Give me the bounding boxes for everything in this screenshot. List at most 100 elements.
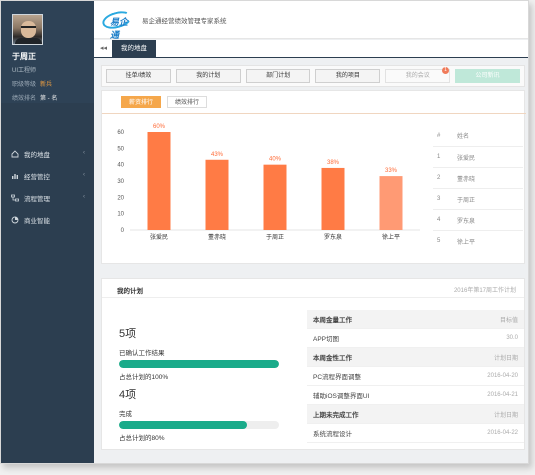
nav-dept-plan[interactable]: 部门计划	[245, 69, 311, 83]
task-meta: 计划日期	[493, 412, 518, 419]
task-item[interactable]: APP切图 30.0	[307, 329, 524, 348]
chevron-left-icon: ‹	[83, 194, 85, 200]
task-meta: 2016-04-21	[487, 392, 518, 398]
sidebar-item-label: 经营管控	[24, 174, 50, 181]
sidebar-menu: 我的地盘 ‹ 经营管控 ‹ 流程管理 ‹ 商业智能	[1, 143, 94, 231]
nav-my-meetings[interactable]: 我的会议	[385, 69, 451, 83]
nav-company-news[interactable]: 公司新讯	[455, 69, 520, 83]
stat-label: 已确认工作结果	[119, 350, 165, 357]
y-tick-label: 30	[117, 179, 124, 185]
task-meta: 目标值	[499, 317, 518, 324]
nav-my-plan[interactable]: 我的计划	[175, 69, 241, 83]
cell-rank: 2	[437, 175, 441, 181]
sidebar-item-label: 商业智能	[24, 218, 50, 225]
task-section-header: 本周金量工作 目标值	[307, 310, 524, 329]
plan-header: 我的计划 2016年第17周工作计划	[102, 279, 524, 298]
ranking-table: # 姓名 1 张爱民 2 董赤晓 3 于周正 4 罗东泉 5 徐上平	[433, 125, 523, 251]
collapse-icon[interactable]: ◂◂	[100, 44, 107, 52]
table-row[interactable]: 3 于周正	[433, 188, 523, 209]
notification-badge: 1	[442, 67, 449, 74]
x-tick-label: 董赤晓	[208, 233, 226, 241]
cell-name: 罗东泉	[457, 218, 476, 225]
stat-count: 5项	[119, 328, 137, 340]
cell-name: 徐上平	[457, 239, 476, 246]
my-plan-panel: 我的计划 2016年第17周工作计划 5项 已确认工作结果 占总计划的100% …	[101, 278, 525, 450]
sidebar-item-bi[interactable]: 商业智能	[1, 209, 94, 231]
cell-name: 于周正	[457, 197, 476, 204]
data-label: 40%	[269, 157, 282, 163]
sidebar-item-process[interactable]: 流程管理 ‹	[1, 187, 94, 209]
progress-fill	[119, 421, 247, 429]
x-tick-label: 张爱民	[150, 233, 168, 241]
column-header: #	[437, 132, 441, 139]
avatar[interactable]	[12, 14, 43, 45]
tab-my-space[interactable]: 我的地盘	[112, 40, 156, 58]
divider	[102, 113, 526, 114]
task-meta: 30.0	[506, 335, 518, 341]
data-label: 38%	[327, 160, 340, 166]
app-window: 于周正 UI工程师 职级等级 新兵 绩效排名第 - 名 我的地盘 ‹ 经营管控 …	[0, 0, 529, 464]
home-icon	[11, 150, 19, 158]
cell-rank: 3	[437, 196, 441, 202]
task-list: 本周金量工作 目标值 APP切图 30.0 本周金性工作 计划日期 PC流程界面调整 2016…	[307, 310, 524, 443]
table-row[interactable]: 1 张爱民	[433, 146, 523, 167]
app-header: 易企通 易企通经营绩效管理专家系统	[94, 1, 528, 40]
tab-bar: ◂◂ 我的地盘	[94, 40, 528, 58]
stat-percent: 占总计划的100%	[119, 374, 169, 381]
bar	[379, 176, 403, 230]
table-row[interactable]: 5 徐上平	[433, 230, 523, 251]
bar	[263, 164, 287, 230]
data-label: 60%	[153, 124, 166, 130]
task-item[interactable]: 系统流程设计 2016-04-22	[307, 424, 524, 443]
stat-completed: 4项 完成 占总计划的80%	[119, 386, 279, 442]
stat-count: 4项	[119, 389, 137, 401]
sidebar-item-my-space[interactable]: 我的地盘 ‹	[1, 143, 94, 165]
task-meta: 2016-04-22	[487, 430, 518, 436]
x-tick-label: 徐上平	[382, 233, 400, 241]
user-profile: 于周正 UI工程师 职级等级 新兵 绩效排名第 - 名	[1, 1, 94, 103]
user-level: 职级等级 新兵	[12, 79, 94, 88]
pie-icon	[11, 216, 19, 224]
chevron-left-icon: ‹	[83, 172, 85, 178]
plan-week: 2016年第17周工作计划	[453, 288, 516, 294]
task-text: 本周金性工作	[313, 355, 352, 362]
stat-percent: 占总计划的80%	[119, 435, 165, 442]
module-nav: 挂单/绩效 我的计划 部门计划 我的项目 我的会议 公司新讯 1	[101, 65, 525, 87]
task-item[interactable]: PC流程界面调整 2016-04-20	[307, 367, 524, 386]
table-row[interactable]: 2 董赤晓	[433, 167, 523, 188]
plan-title: 我的计划	[117, 288, 143, 295]
progress-fill	[119, 360, 279, 368]
ranking-tabs: 薪资排行 绩效排行	[121, 96, 208, 108]
y-tick-label: 50	[117, 146, 124, 152]
level-label: 职级等级	[12, 82, 37, 88]
tab-salary-ranking[interactable]: 薪资排行	[121, 96, 162, 108]
bar	[147, 132, 171, 230]
task-text: 系统流程设计	[313, 431, 352, 438]
app-title: 易企通经营绩效管理专家系统	[142, 18, 227, 25]
stat-label: 完成	[119, 411, 132, 418]
nav-my-projects[interactable]: 我的项目	[315, 69, 381, 83]
task-text: 上期未完成工作	[313, 412, 359, 419]
task-text: 辅助iOS调整界面UI	[313, 393, 370, 400]
rank-value: 第 - 名	[40, 96, 58, 102]
task-item[interactable]: 辅助iOS调整界面UI 2016-04-21	[307, 386, 524, 405]
sidebar-item-operations[interactable]: 经营管控 ‹	[1, 165, 94, 187]
y-tick-label: 60	[117, 130, 124, 136]
sidebar-item-label: 流程管理	[24, 196, 50, 203]
sidebar-item-label: 我的地盘	[24, 152, 50, 159]
progress-bar	[119, 421, 279, 429]
y-tick-label: 40	[117, 163, 124, 169]
y-tick-label: 0	[121, 228, 125, 234]
task-meta: 计划日期	[493, 355, 518, 362]
bar	[321, 167, 345, 230]
task-section-header: 上期未完成工作 计划日期	[307, 405, 524, 424]
cell-name: 董赤晓	[457, 176, 476, 183]
task-text: 本周金量工作	[313, 317, 352, 324]
task-section-header: 本周金性工作 计划日期	[307, 348, 524, 367]
nav-order-performance[interactable]: 挂单/绩效	[106, 69, 171, 83]
table-row[interactable]: 4 罗东泉	[433, 209, 523, 230]
bar-chart-icon	[11, 172, 19, 180]
app-logo: 易企通	[100, 8, 136, 40]
tab-performance-ranking[interactable]: 绩效排行	[167, 96, 208, 108]
data-label: 33%	[385, 168, 398, 174]
